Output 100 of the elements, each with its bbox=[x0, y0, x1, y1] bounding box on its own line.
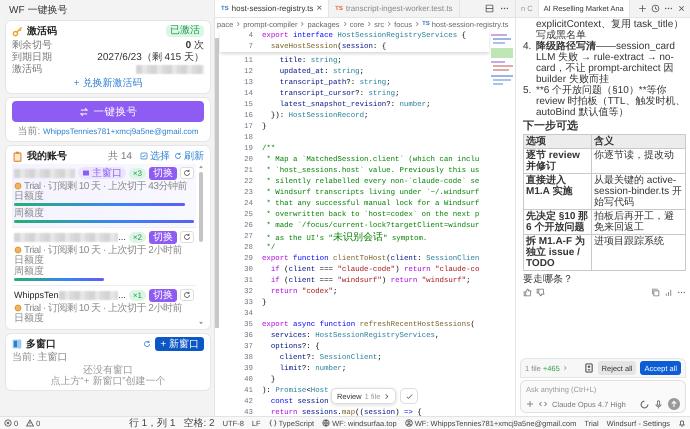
account-name: WhippsTen bbox=[14, 290, 59, 300]
chart-icon[interactable] bbox=[664, 288, 673, 296]
panel-title: WF 一键换号 bbox=[8, 4, 68, 17]
table-cell: 拍板后再开工，避免来回返工 bbox=[592, 210, 686, 234]
message-text: **6 个开放问题（§10）**等你 review 时拍板（TTL、触发时机、autoBind 默认值等） bbox=[536, 85, 686, 118]
select-link[interactable]: 选择 bbox=[140, 149, 170, 163]
scroll-down-icon bbox=[198, 320, 204, 326]
coin-icon bbox=[14, 304, 22, 312]
switch-button[interactable]: 切换 bbox=[149, 288, 177, 302]
account-meta: Trial · 订阅剩 10 天 · 上次切于 2小时前 bbox=[24, 244, 182, 256]
account-meta: Trial · 订阅剩 10 天 · 上次切于 43分钟前 bbox=[24, 180, 187, 192]
globe-icon bbox=[322, 419, 330, 427]
current-window-text: 当前: 主窗口 bbox=[12, 352, 69, 363]
file-icon[interactable] bbox=[584, 363, 594, 373]
coin-icon bbox=[14, 182, 22, 190]
table-cell: 从最关键的 active-session-binder.ts 开始写代码 bbox=[592, 174, 686, 210]
quota-label: 日额度 bbox=[14, 313, 45, 324]
redacted-block bbox=[136, 64, 204, 74]
bell-icon bbox=[678, 419, 686, 427]
current-email-link[interactable]: WhippsTennies781+xmcj9a5ne@gmail.com bbox=[43, 127, 199, 136]
refresh-button[interactable] bbox=[180, 231, 194, 243]
chevron-icon bbox=[342, 21, 348, 27]
thumbs-down-icon[interactable] bbox=[536, 288, 545, 296]
refresh-icon[interactable] bbox=[143, 340, 152, 348]
refresh-button[interactable] bbox=[180, 289, 194, 301]
account-item[interactable]: ... ×2 切换 Trial · 订阅剩 10 天 · 上次切于 2小时前 日额度 周额度 bbox=[12, 228, 196, 286]
window-icon bbox=[82, 169, 90, 177]
copy-icon[interactable] bbox=[651, 288, 660, 296]
ellipsis-text: ... bbox=[118, 290, 126, 300]
check-icon bbox=[404, 392, 414, 400]
split-editor-icon[interactable] bbox=[485, 4, 494, 13]
refresh-icon bbox=[183, 291, 191, 299]
table-cell: 进项目跟踪系统 bbox=[592, 234, 686, 270]
quota-label: 周额度 bbox=[14, 208, 45, 219]
redacted-block bbox=[58, 290, 118, 300]
field-label: 剩余切号 bbox=[12, 38, 52, 52]
plus-icon[interactable] bbox=[526, 400, 534, 408]
braces-icon bbox=[268, 419, 277, 427]
list-number: 5. bbox=[523, 85, 532, 98]
table-cell: 拆 M1.A-F 为独立 issue / TODO bbox=[524, 234, 592, 270]
use-count: ×2 bbox=[128, 232, 146, 242]
status-item[interactable]: 空格: 2 bbox=[184, 417, 215, 429]
message-text: 降级路径写清——session_card LLM 失败 → rule-extract → no-card，不让 prompt-architect 因 builder 失败而挂 bbox=[536, 41, 676, 85]
redeem-link[interactable]: + 兑换新激活码 bbox=[74, 76, 142, 90]
quota-label: 周额度 bbox=[14, 266, 45, 277]
redacted-block bbox=[14, 168, 75, 178]
chevron-icon bbox=[299, 21, 306, 27]
quota-label: 日额度 bbox=[14, 255, 45, 266]
card-title: 激活码 bbox=[27, 24, 57, 38]
status-badge: 已激活 bbox=[166, 25, 204, 37]
chevron-icon bbox=[562, 365, 568, 371]
account-meta: Trial · 订阅剩 10 天 · 上次切于 2小时前 bbox=[24, 302, 182, 314]
current-account-text: 当前: WhippsTennies781+xmcj9a5ne@gmail.com bbox=[16, 124, 200, 138]
window-tag-label: 主窗口 bbox=[92, 166, 122, 180]
refresh-icon bbox=[183, 233, 191, 241]
scroll-up-icon bbox=[198, 164, 204, 170]
code-icon[interactable] bbox=[539, 400, 547, 408]
account-item[interactable]: 主窗口 ×3 切换 Trial · 订阅剩 10 天 · 上次切于 43分钟前 日额度 周额度 bbox=[12, 164, 196, 228]
card-title: 多窗口 bbox=[26, 338, 56, 351]
field-label: 激活码 bbox=[12, 63, 42, 76]
use-count: ×1 bbox=[128, 290, 146, 300]
coin-icon bbox=[14, 246, 22, 254]
close-tab-button[interactable]: × bbox=[316, 3, 322, 14]
scrollbar-thumb[interactable] bbox=[215, 38, 219, 328]
close-icon[interactable] bbox=[677, 4, 686, 13]
spinner-icon bbox=[640, 400, 649, 408]
error-icon bbox=[4, 419, 12, 427]
question-text: 要走哪条？ bbox=[523, 274, 574, 285]
send-button-icon[interactable] bbox=[668, 398, 680, 410]
list-number: 4. bbox=[523, 41, 532, 54]
column-header: 选项 bbox=[524, 134, 592, 148]
table-cell: 直接进入 M1.A 实施 bbox=[524, 174, 592, 210]
history-icon[interactable] bbox=[651, 4, 660, 13]
switch-account-button[interactable]: 一键换号 bbox=[12, 101, 204, 122]
refresh-icon bbox=[183, 169, 191, 177]
account-item[interactable]: WhippsTen ... ×1 切换 Trial · 订阅剩 10 天 · 上次切于 2小时前 日额度 bbox=[12, 286, 196, 326]
account-count: 共 14 bbox=[108, 150, 132, 163]
table-cell: 你逐节读，提改动 bbox=[592, 148, 686, 174]
refresh-link[interactable]: 刷新 bbox=[174, 149, 204, 163]
warning-icon bbox=[26, 419, 34, 427]
scrollbar-thumb[interactable] bbox=[199, 172, 203, 242]
mic-icon[interactable] bbox=[654, 400, 663, 408]
person-icon bbox=[404, 419, 413, 427]
new-window-button[interactable]: + 新窗口 bbox=[155, 337, 204, 351]
refresh-button[interactable] bbox=[180, 167, 194, 179]
table-cell: 逐节 review 并修订 bbox=[524, 148, 592, 174]
checkbox-icon bbox=[140, 152, 148, 160]
ellipsis-text: ... bbox=[118, 232, 126, 242]
chevron-icon bbox=[366, 21, 372, 27]
quota-label: 日额度 bbox=[14, 191, 45, 202]
field-label: 到期日期 bbox=[12, 50, 52, 64]
refresh-icon bbox=[174, 152, 182, 160]
field-value: 0 次 bbox=[186, 39, 204, 52]
status-item[interactable]: 行 1，列 1 bbox=[128, 417, 176, 429]
message-text: explicitContext、复用 task_title）写成黑名单 bbox=[535, 19, 684, 41]
plus-icon[interactable] bbox=[638, 4, 647, 13]
window-icon bbox=[12, 339, 22, 349]
switch-button[interactable]: 切换 bbox=[149, 166, 177, 180]
thumbs-up-icon[interactable] bbox=[523, 288, 532, 296]
switch-button[interactable]: 切换 bbox=[149, 230, 177, 244]
